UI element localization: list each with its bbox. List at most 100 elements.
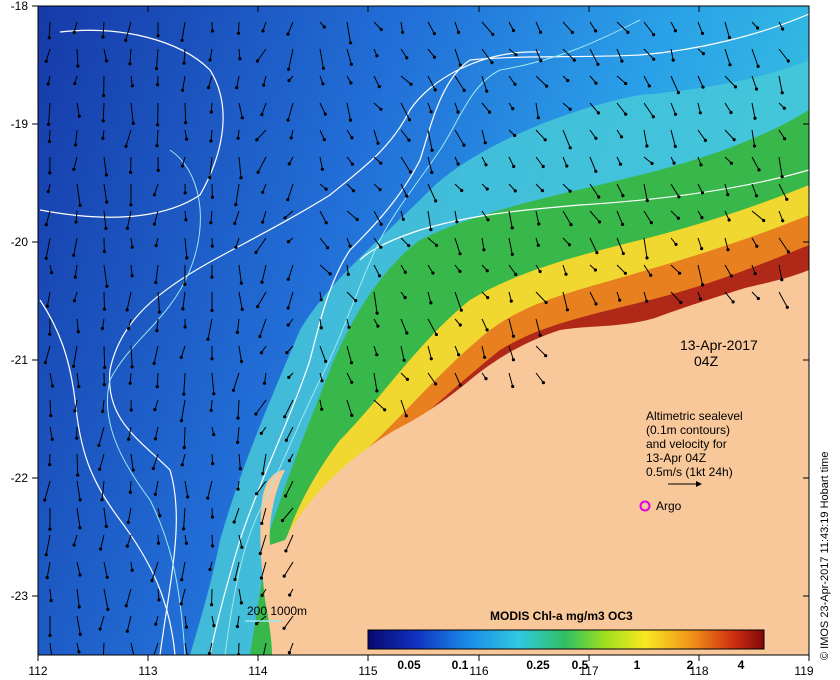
velocity-arrow-head — [538, 269, 542, 274]
velocity-arrow-head — [155, 144, 159, 148]
velocity-arrow-head — [156, 34, 160, 38]
velocity-arrow-head — [405, 56, 409, 60]
velocity-arrow-head — [101, 35, 105, 39]
velocity-arrow-head — [102, 383, 106, 387]
velocity-arrow-head — [678, 271, 682, 275]
velocity-arrow-head — [621, 222, 625, 226]
velocity-arrow-head — [182, 446, 186, 450]
velocity-arrow-head — [179, 602, 183, 606]
velocity-arrow-head — [430, 148, 434, 152]
velocity-arrow-head — [354, 299, 358, 303]
velocity-arrow-head — [209, 139, 213, 143]
velocity-arrow-head — [287, 375, 291, 379]
velocity-arrow-head — [320, 167, 324, 171]
velocity-arrow-head — [511, 107, 515, 111]
colorbar-tick-0: 0.05 — [397, 658, 421, 672]
lon-label-112: 112 — [28, 664, 47, 678]
lon-label-114: 114 — [248, 664, 267, 678]
velocity-arrow-head — [408, 170, 412, 174]
velocity-arrow-head — [618, 298, 622, 302]
velocity-arrow-head — [486, 218, 490, 222]
velocity-arrow-head — [731, 300, 735, 304]
velocity-arrow-head — [102, 307, 107, 311]
velocity-arrow-head — [349, 361, 354, 365]
velocity-arrow-head — [458, 252, 462, 256]
velocity-arrow-head — [102, 249, 106, 254]
velocity-arrow-head — [729, 110, 733, 115]
velocity-arrow-head — [256, 170, 260, 174]
velocity-arrow-head — [184, 541, 188, 545]
velocity-arrow-head — [77, 650, 81, 654]
velocity-arrow-head — [620, 59, 624, 63]
velocity-arrow-head — [105, 200, 109, 204]
velocity-arrow-head — [254, 412, 258, 416]
velocity-arrow-head — [434, 199, 438, 203]
velocity-arrow-head — [209, 408, 213, 412]
velocity-arrow-head — [72, 364, 76, 368]
velocity-arrow-head — [349, 81, 353, 85]
velocity-arrow-head — [256, 305, 260, 309]
velocity-arrow-head — [324, 187, 328, 191]
velocity-arrow-head — [286, 306, 290, 310]
velocity-arrow-head — [753, 272, 757, 276]
velocity-arrow-head — [511, 334, 515, 338]
velocity-arrow-head — [407, 118, 412, 122]
velocity-arrow-head — [210, 29, 214, 33]
velocity-arrow-head — [510, 252, 514, 256]
velocity-arrow-head — [97, 443, 101, 447]
velocity-arrow-head — [786, 59, 790, 63]
velocity-arrow-head — [429, 357, 433, 361]
velocity-arrow-head — [131, 468, 135, 472]
velocity-arrow-head — [49, 414, 53, 418]
velocity-arrow-head — [762, 218, 766, 223]
velocity-arrow-head — [284, 549, 288, 553]
velocity-arrow-head — [568, 146, 572, 150]
velocity-arrow-head — [129, 170, 133, 174]
velocity-arrow-head — [154, 280, 158, 285]
velocity-arrow-head — [100, 326, 105, 330]
velocity-arrow-head — [650, 161, 654, 165]
velocity-arrow-head — [128, 381, 132, 385]
velocity-arrow-head — [182, 527, 186, 531]
velocity-arrow-head — [348, 118, 353, 122]
velocity-arrow-head — [379, 107, 383, 111]
velocity-arrow-head — [594, 81, 598, 85]
velocity-arrow-head — [125, 226, 129, 230]
velocity-arrow-head — [538, 30, 543, 34]
velocity-arrow-head — [130, 568, 134, 572]
velocity-arrow-head — [511, 28, 516, 33]
velocity-arrow-head — [48, 332, 52, 336]
velocity-arrow — [103, 345, 106, 368]
lon-label-115: 115 — [358, 664, 377, 678]
velocity-arrow-head — [130, 84, 134, 88]
velocity-arrow-head — [129, 203, 133, 207]
velocity-arrow-head — [565, 308, 570, 312]
velocity-arrow-head — [288, 593, 292, 597]
velocity-arrow-head — [238, 467, 242, 471]
velocity-arrow-head — [624, 81, 628, 86]
velocity-arrow-head — [347, 325, 351, 329]
velocity-arrow-head — [754, 87, 759, 91]
velocity-arrow-head — [679, 300, 683, 305]
velocity-arrow-head — [210, 544, 215, 548]
velocity-arrow-head — [260, 280, 264, 284]
velocity-arrow-head — [180, 164, 184, 168]
velocity-arrow-head — [231, 388, 235, 392]
velocity-arrow-head — [407, 138, 411, 142]
velocity-arrow-head — [324, 221, 328, 225]
velocity-arrow-head — [72, 299, 76, 303]
velocity-arrow-head — [154, 243, 158, 248]
velocity-arrow-head — [124, 38, 128, 42]
velocity-arrow-head — [536, 116, 540, 120]
velocity-arrow-head — [671, 58, 675, 62]
velocity-arrow-head — [73, 81, 77, 86]
velocity-arrow-head — [780, 278, 784, 282]
velocity-arrow-head — [375, 311, 379, 315]
velocity-arrow-head — [698, 111, 702, 115]
velocity-arrow-head — [154, 622, 158, 626]
velocity-arrow-head — [75, 436, 79, 440]
velocity-arrow-head — [208, 567, 212, 572]
velocity-arrow-head — [238, 57, 242, 61]
velocity-arrow-head — [348, 244, 352, 248]
velocity-arrow-head — [455, 220, 459, 224]
